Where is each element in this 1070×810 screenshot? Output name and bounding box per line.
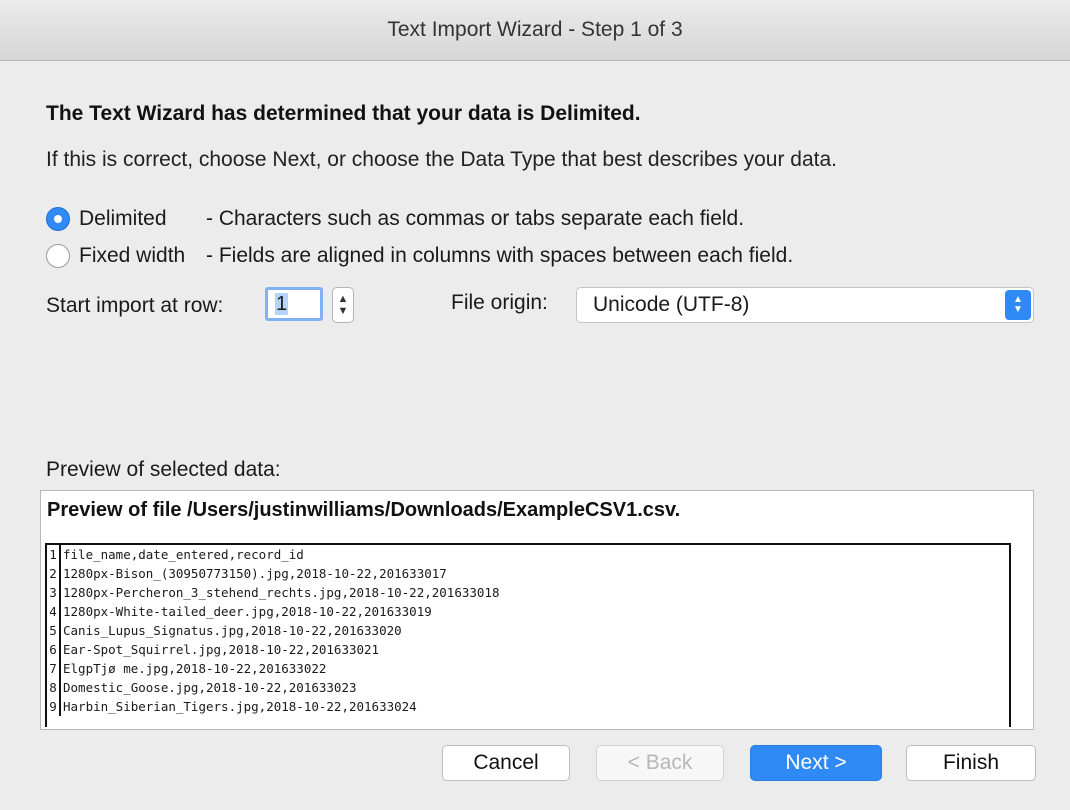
preview-row-number: 5 bbox=[47, 621, 61, 640]
radio-selected-icon[interactable] bbox=[46, 207, 70, 231]
preview-row-number: 4 bbox=[47, 602, 61, 621]
radio-delimited-description: - Characters such as commas or tabs sepa… bbox=[206, 207, 745, 230]
file-origin-value[interactable]: Unicode (UTF-8) bbox=[593, 293, 749, 316]
preview-row-number: 9 bbox=[47, 697, 61, 716]
preview-row: 9 Harbin_Siberian_Tigers.jpg,2018-10-22,2… bbox=[47, 697, 1009, 716]
radio-fixed-width[interactable]: Fixed width - Fields are aligned in colu… bbox=[46, 241, 1046, 271]
preview-row-text: file_name,date_entered,record_id bbox=[63, 547, 304, 562]
window-titlebar: Text Import Wizard - Step 1 of 3 bbox=[0, 0, 1070, 61]
preview-row: 6 Ear-Spot_Squirrel.jpg,2018-10-22,201633… bbox=[47, 640, 1009, 659]
preview-row-number: 6 bbox=[47, 640, 61, 659]
preview-row-text: ElgpTjø me.jpg,2018-10-22,201633022 bbox=[63, 661, 327, 676]
preview-row-text: Harbin_Siberian_Tigers.jpg,2018-10-22,20… bbox=[63, 699, 417, 714]
wizard-heading: The Text Wizard has determined that your… bbox=[46, 102, 641, 125]
preview-row: 5 Canis_Lupus_Signatus.jpg,2018-10-22,201… bbox=[47, 621, 1009, 640]
stepper-down-icon[interactable]: ▼ bbox=[338, 305, 349, 317]
window-title: Text Import Wizard - Step 1 of 3 bbox=[387, 18, 683, 41]
radio-fixed-width-label[interactable]: Fixed width bbox=[79, 244, 185, 268]
preview-file-title: Preview of file /Users/justinwilliams/Do… bbox=[47, 499, 681, 521]
wizard-subtext: If this is correct, choose Next, or choo… bbox=[46, 148, 838, 171]
preview-row: 3 1280px-Percheron_3_stehend_rechts.jpg,2… bbox=[47, 583, 1009, 602]
preview-row-text: Canis_Lupus_Signatus.jpg,2018-10-22,2016… bbox=[63, 623, 402, 638]
preview-row-text: Domestic_Goose.jpg,2018-10-22,201633023 bbox=[63, 680, 357, 695]
preview-row-number: 3 bbox=[47, 583, 61, 602]
radio-fixed-width-description: - Fields are aligned in columns with spa… bbox=[206, 244, 794, 267]
preview-row-text: 1280px-Bison_(30950773150).jpg,2018-10-2… bbox=[63, 566, 447, 581]
preview-row: 8 Domestic_Goose.jpg,2018-10-22,201633023 bbox=[47, 678, 1009, 697]
stepper-up-icon[interactable]: ▲ bbox=[338, 293, 349, 305]
preview-row: 1 file_name,date_entered,record_id bbox=[47, 545, 1009, 564]
radio-delimited[interactable]: Delimited - Characters such as commas or… bbox=[46, 204, 1046, 234]
file-origin-label: File origin: bbox=[451, 291, 548, 314]
preview-row-number: 7 bbox=[47, 659, 61, 678]
preview-label: Preview of selected data: bbox=[46, 458, 281, 481]
preview-row-text: 1280px-White-tailed_deer.jpg,2018-10-22,… bbox=[63, 604, 432, 619]
start-row-label: Start import at row: bbox=[46, 294, 224, 317]
preview-scrollbar[interactable] bbox=[1013, 543, 1033, 727]
preview-row-text: 1280px-Percheron_3_stehend_rechts.jpg,20… bbox=[63, 585, 500, 600]
file-origin-select[interactable]: Unicode (UTF-8) ▲ ▼ bbox=[576, 287, 1034, 323]
start-row-stepper[interactable]: ▲ ▼ bbox=[332, 287, 354, 323]
select-chevron-icon[interactable]: ▲ ▼ bbox=[1005, 290, 1031, 320]
preview-row-text: Ear-Spot_Squirrel.jpg,2018-10-22,2016330… bbox=[63, 642, 380, 657]
preview-row: 2 1280px-Bison_(30950773150).jpg,2018-10-… bbox=[47, 564, 1009, 583]
preview-row: 7 ElgpTjø me.jpg,2018-10-22,201633022 bbox=[47, 659, 1009, 678]
preview-data-grid[interactable]: 1 file_name,date_entered,record_id 2 1280px… bbox=[45, 543, 1011, 727]
preview-row-number: 8 bbox=[47, 678, 61, 697]
cancel-button[interactable]: Cancel bbox=[442, 745, 570, 781]
start-row-value[interactable]: 1 bbox=[275, 293, 289, 315]
preview-row-number: 1 bbox=[47, 545, 61, 564]
back-button: < Back bbox=[596, 745, 724, 781]
radio-unselected-icon[interactable] bbox=[46, 244, 70, 268]
preview-panel: Preview of file /Users/justinwilliams/Do… bbox=[40, 490, 1034, 730]
preview-row: 4 1280px-White-tailed_deer.jpg,2018-10-22… bbox=[47, 602, 1009, 621]
preview-row-number: 2 bbox=[47, 564, 61, 583]
finish-button[interactable]: Finish bbox=[906, 745, 1036, 781]
start-row-input[interactable]: 1 bbox=[265, 287, 323, 321]
next-button[interactable]: Next > bbox=[750, 745, 882, 781]
radio-delimited-label[interactable]: Delimited bbox=[79, 207, 167, 231]
